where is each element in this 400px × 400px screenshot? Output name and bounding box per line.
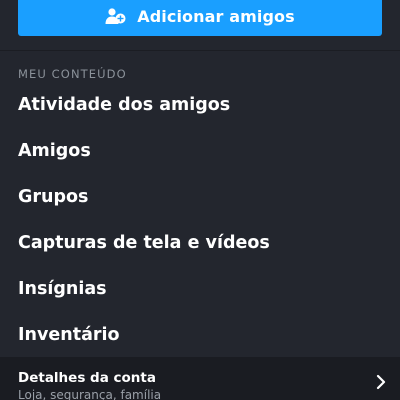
menu-item-badges[interactable]: Insígnias (0, 266, 400, 312)
menu-item-screenshots-videos[interactable]: Capturas de tela e vídeos (0, 220, 400, 266)
divider (0, 50, 400, 51)
account-details-title: Detalhes da conta (18, 370, 156, 386)
menu-item-groups[interactable]: Grupos (0, 174, 400, 220)
add-friends-label: Adicionar amigos (137, 6, 295, 26)
my-content-menu: Atividade dos amigos Amigos Grupos Captu… (0, 82, 400, 358)
account-details-row[interactable]: Detalhes da conta Loja, segurança, famíl… (0, 357, 400, 400)
menu-item-inventory[interactable]: Inventário (0, 312, 400, 358)
add-friends-button[interactable]: Adicionar amigos (18, 0, 382, 36)
menu-item-friends-activity[interactable]: Atividade dos amigos (0, 82, 400, 128)
account-details-subtitle: Loja, segurança, família (18, 388, 162, 400)
add-user-icon (105, 7, 127, 25)
chevron-right-icon (376, 374, 386, 390)
page: Adicionar amigos MEU CONTEÚDO Atividade … (0, 0, 400, 400)
menu-item-friends[interactable]: Amigos (0, 128, 400, 174)
section-title-my-content: MEU CONTEÚDO (18, 67, 127, 81)
